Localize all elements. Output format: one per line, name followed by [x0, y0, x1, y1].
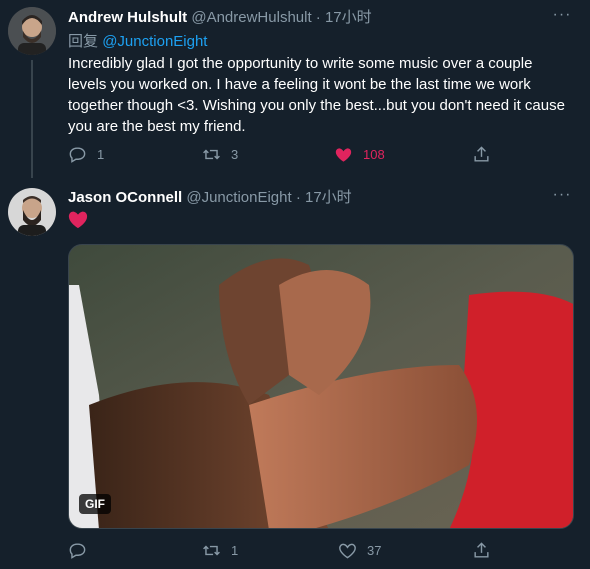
replying-to: 回复 @JunctionEight — [68, 32, 207, 52]
tweet-andrew-hulshult[interactable]: Andrew Hulshult @AndrewHulshult · 17小时 ·… — [0, 0, 590, 180]
heart-icon — [339, 543, 356, 559]
like-button[interactable]: 37 — [338, 541, 381, 560]
share-icon — [474, 146, 489, 162]
author-name[interactable]: Jason OConnell — [68, 189, 182, 206]
like-count: 108 — [363, 147, 385, 162]
heart-icon — [335, 148, 352, 162]
retweet-button[interactable]: 1 — [202, 541, 238, 560]
tweet-actions: 1 37 — [68, 541, 508, 563]
retweet-count: 1 — [231, 543, 239, 558]
avatar-andrew-hulshult[interactable] — [8, 7, 56, 55]
retweet-icon — [203, 545, 220, 556]
reply-button[interactable]: 1 — [68, 145, 104, 164]
reply-icon — [69, 147, 86, 163]
gif-badge: GIF — [79, 494, 111, 514]
author-handle[interactable]: @JunctionEight — [186, 189, 291, 206]
more-icon[interactable]: ··· — [552, 7, 572, 28]
red-heart-emoji — [68, 211, 88, 229]
gif-media[interactable]: GIF — [68, 244, 574, 529]
avatar-jason-oconnell[interactable] — [8, 188, 56, 236]
share-button[interactable] — [472, 541, 491, 560]
tweet-header: Jason OConnell @JunctionEight · 17小时 — [68, 188, 352, 208]
reply-prefix: 回复 — [68, 33, 99, 50]
tweet-actions: 1 3 108 — [68, 145, 508, 167]
separator-dot: · — [315, 9, 321, 26]
retweet-icon — [203, 149, 220, 160]
author-name[interactable]: Andrew Hulshult — [68, 9, 187, 26]
retweet-count: 3 — [231, 147, 239, 162]
reply-count: 1 — [97, 147, 105, 162]
like-count: 37 — [367, 543, 382, 558]
share-icon — [474, 542, 489, 558]
tweet-header: Andrew Hulshult @AndrewHulshult · 17小时 — [68, 8, 372, 28]
retweet-button[interactable]: 3 — [202, 145, 238, 164]
tweet-text: Incredibly glad I got the opportunity to… — [68, 55, 565, 135]
reply-button[interactable] — [68, 541, 97, 560]
tweet-time[interactable]: 17小时 — [305, 189, 352, 206]
like-button[interactable]: 108 — [334, 145, 385, 164]
thread-connector — [31, 60, 33, 178]
share-button[interactable] — [472, 145, 491, 164]
reply-icon — [69, 543, 86, 559]
reply-mention-link[interactable]: @JunctionEight — [102, 33, 207, 50]
more-icon[interactable]: ··· — [552, 187, 572, 208]
author-handle[interactable]: @AndrewHulshult — [191, 9, 311, 26]
separator-dot: · — [295, 189, 301, 206]
tweet-time[interactable]: 17小时 — [325, 9, 372, 26]
